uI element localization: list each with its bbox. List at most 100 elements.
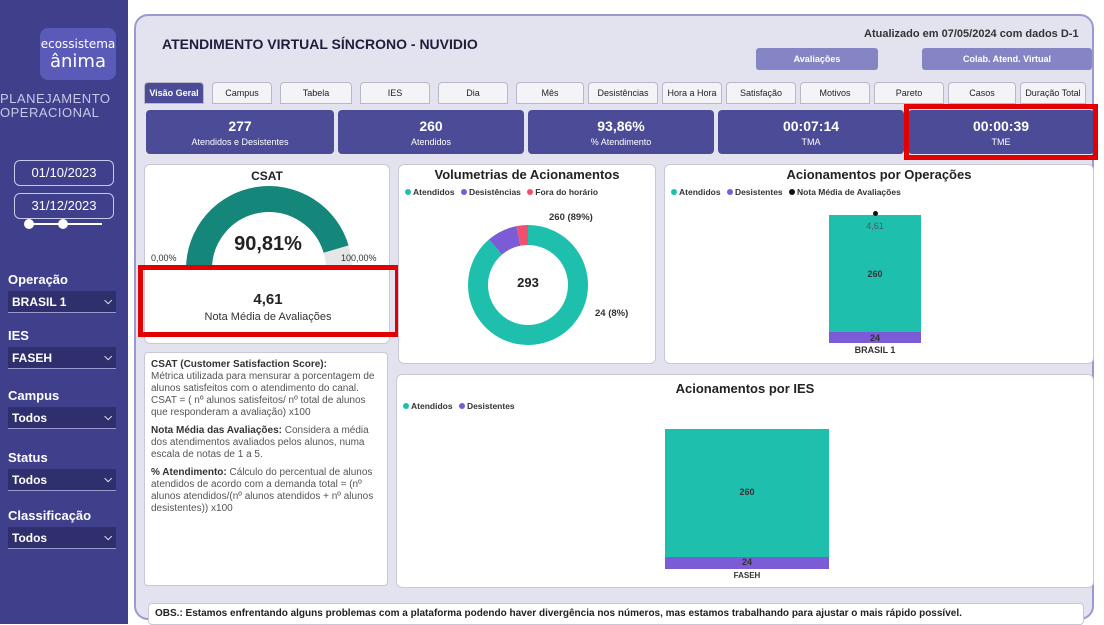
tab-motivos[interactable]: Motivos — [800, 82, 870, 104]
kpi-value: 260 — [419, 118, 443, 134]
ies-title: Acionamentos por IES — [675, 381, 815, 396]
highlight-box — [904, 104, 1098, 160]
kpi-value: 93,86% — [597, 118, 645, 134]
operacoes-legend: Atendidos Desistentes Nota Média de Aval… — [667, 187, 901, 197]
slider-handle-start[interactable] — [24, 219, 34, 229]
logo: ecossistema ânima — [40, 28, 116, 80]
desc-atend-head: % Atendimento: — [151, 467, 227, 478]
logo-line2: ânima — [49, 51, 106, 72]
chevron-down-icon: ⌵ — [104, 296, 112, 307]
operacoes-card: Acionamentos por Operações Atendidos Des… — [664, 164, 1094, 364]
filter-operacao: Operação BRASIL 1 ⌵ — [8, 272, 116, 313]
filter-value: Todos — [12, 530, 48, 545]
desc-csat-formula: CSAT = ( nº alunos satisfeitos/ nº total… — [151, 395, 366, 418]
donut-label-desistencias: 24 (8%) — [595, 308, 629, 319]
ies-card: Acionamentos por IES Atendidos Desistent… — [396, 374, 1094, 588]
tab-dia[interactable]: Dia — [438, 82, 508, 104]
kpi-percent-atendimento: 93,86% % Atendimento — [528, 110, 714, 154]
bar-atendidos-label: 260 — [867, 269, 883, 279]
donut-label-atendidos: 260 (89%) — [549, 212, 593, 223]
legend-label: Atendidos — [411, 401, 453, 411]
tab-campus[interactable]: Campus — [212, 82, 272, 104]
date-slider[interactable] — [24, 219, 102, 229]
volumetrias-card: Volumetrias de Acionamentos Atendidos De… — [398, 164, 656, 364]
filter-label: Campus — [8, 388, 60, 403]
bar-avg-label: 4,61 — [866, 221, 884, 231]
kpi-caption: % Atendimento — [590, 137, 652, 147]
legend-label: Atendidos — [679, 187, 721, 197]
tab-casos[interactable]: Casos — [948, 82, 1016, 104]
chevron-down-icon: ⌵ — [104, 412, 112, 423]
kpi-value: 277 — [228, 118, 252, 134]
filter-label: Operação — [8, 272, 68, 287]
chevron-down-icon: ⌵ — [104, 532, 112, 543]
tab-duracao-total[interactable]: Duração Total — [1020, 82, 1086, 104]
ies-legend: Atendidos Desistentes — [399, 401, 515, 411]
legend-label: Desistentes — [466, 401, 515, 411]
bar-atendidos-label: 260 — [739, 487, 755, 497]
legend-dot — [789, 189, 796, 195]
tab-mes[interactable]: Mês — [516, 82, 584, 104]
legend-label: Nota Média de Avaliações — [797, 187, 901, 197]
legend-dot — [403, 403, 409, 409]
date-end[interactable]: 31/12/2023 — [14, 193, 114, 219]
gauge-max-label: 100,00% — [341, 253, 377, 263]
category-label: FASEH — [733, 571, 761, 580]
filter-value: Todos — [12, 472, 48, 487]
bar-desistentes-label: 24 — [869, 333, 880, 343]
brand-text: PLANEJAMENTO OPERACIONAL — [0, 92, 128, 120]
kpi-caption: Atendidos — [410, 137, 452, 147]
category-label: BRASIL 1 — [854, 345, 896, 355]
filter-operacao-select[interactable]: BRASIL 1 ⌵ — [8, 291, 116, 313]
avaliacoes-button[interactable]: Avaliações — [756, 48, 878, 70]
kpi-atendidos-desistentes: 277 Atendidos e Desistentes — [146, 110, 334, 154]
filter-status: Status Todos ⌵ — [8, 450, 116, 491]
update-info: Atualizado em 07/05/2024 com dados D-1 — [864, 28, 1079, 40]
bar-desistentes-label: 24 — [741, 557, 752, 567]
tab-tabela[interactable]: Tabela — [280, 82, 352, 104]
filter-status-select[interactable]: Todos ⌵ — [8, 469, 116, 491]
logo-line1: ecossistema — [40, 37, 116, 51]
desc-csat-head: CSAT (Customer Satisfaction Score): — [151, 359, 327, 370]
filter-classificacao-select[interactable]: Todos ⌵ — [8, 527, 116, 549]
legend-label: Desistentes — [734, 187, 783, 197]
filter-label: IES — [8, 328, 29, 343]
legend-dot — [726, 189, 733, 195]
filter-value: BRASIL 1 — [12, 294, 67, 309]
brand-line2: OPERACIONAL — [0, 105, 100, 120]
desc-csat-body: Métrica utilizada para mensurar a porcen… — [151, 371, 375, 394]
page-title: ATENDIMENTO VIRTUAL SÍNCRONO - NUVIDIO — [162, 36, 478, 52]
donut-slice-desist-ncias[interactable] — [489, 226, 521, 255]
volumetrias-title: Volumetrias de Acionamentos — [434, 167, 620, 182]
tab-satisfacao[interactable]: Satisfação — [726, 82, 796, 104]
sidebar: ecossistema ânima PLANEJAMENTO OPERACION… — [0, 0, 128, 624]
filter-label: Status — [8, 450, 48, 465]
tab-visao-geral[interactable]: Visão Geral — [144, 82, 204, 104]
tab-hora-a-hora[interactable]: Hora a Hora — [662, 82, 722, 104]
date-start[interactable]: 01/10/2023 — [14, 160, 114, 186]
gauge-min-label: 0,00% — [151, 253, 177, 263]
legend-dot — [671, 189, 677, 195]
donut-slice-fora-do-hor-rio[interactable] — [516, 225, 529, 246]
filter-ies-select[interactable]: FASEH ⌵ — [8, 347, 116, 369]
tab-pareto[interactable]: Pareto — [874, 82, 944, 104]
avg-marker — [873, 211, 878, 216]
chevron-down-icon: ⌵ — [104, 352, 112, 363]
colab-button[interactable]: Colab. Atend. Virtual — [922, 48, 1092, 70]
kpi-caption: TMA — [801, 137, 821, 147]
filter-campus: Campus Todos ⌵ — [8, 388, 116, 429]
kpi-atendidos: 260 Atendidos — [338, 110, 524, 154]
highlight-box — [138, 265, 400, 337]
brand-line1: PLANEJAMENTO — [0, 91, 111, 106]
metric-descriptions: CSAT (Customer Satisfaction Score): Métri… — [144, 352, 388, 586]
filter-classificacao: Classificação Todos ⌵ — [8, 508, 116, 549]
filter-campus-select[interactable]: Todos ⌵ — [8, 407, 116, 429]
kpi-tma: 00:07:14 TMA — [718, 110, 904, 154]
slider-handle-end[interactable] — [58, 219, 68, 229]
filter-ies: IES FASEH ⌵ — [8, 328, 116, 369]
observation-note: OBS.: Estamos enfrentando alguns problem… — [148, 603, 1084, 625]
tab-desistencias[interactable]: Desistências — [588, 82, 658, 104]
chevron-down-icon: ⌵ — [104, 474, 112, 485]
tab-ies[interactable]: IES — [360, 82, 430, 104]
desc-nota-head: Nota Média das Avaliações: — [151, 425, 282, 436]
